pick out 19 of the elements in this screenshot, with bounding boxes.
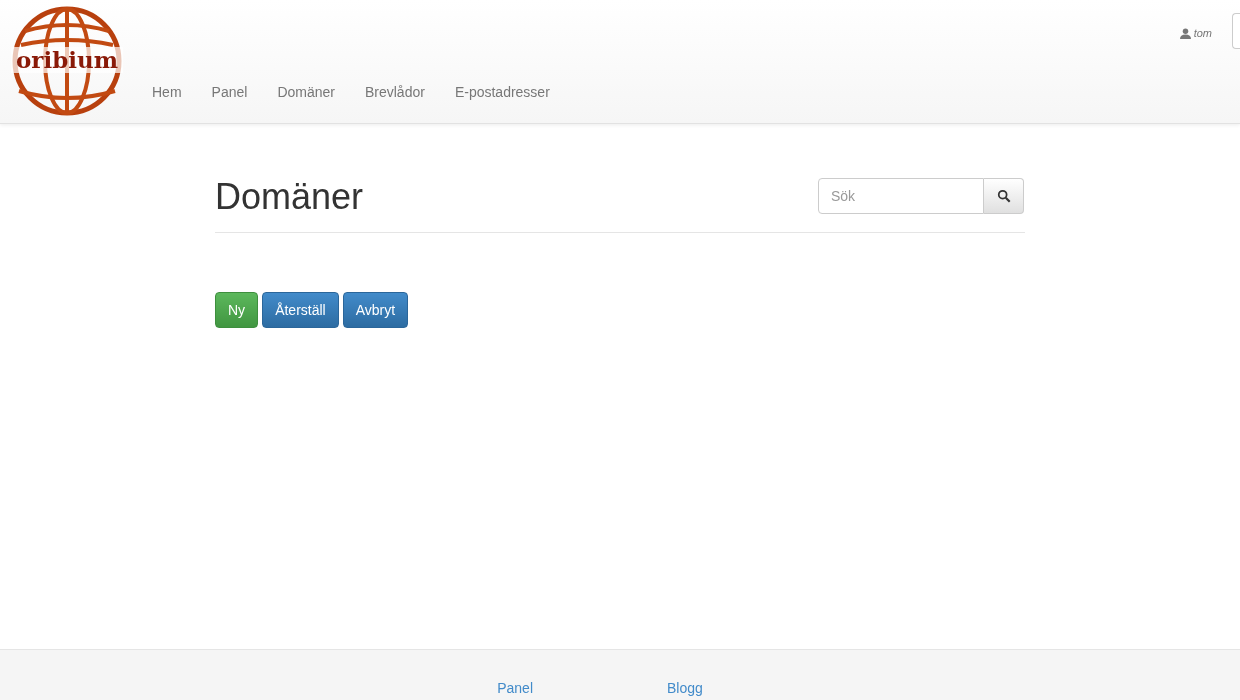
nav-link[interactable]: E-postadresser: [439, 82, 565, 103]
nav-link[interactable]: Domäner: [262, 82, 350, 103]
logo-text: oribium: [11, 47, 123, 73]
search-icon: [996, 188, 1011, 203]
logo[interactable]: oribium: [11, 5, 123, 117]
nav-link[interactable]: Hem: [137, 82, 197, 103]
action-button[interactable]: Återställ: [262, 292, 339, 328]
user-menu[interactable]: tom: [1179, 25, 1212, 42]
footer-link[interactable]: Blogg: [667, 680, 703, 700]
action-button[interactable]: Avbryt: [342, 292, 409, 328]
user-icon: [1179, 27, 1191, 39]
nav-link[interactable]: Brevlådor: [349, 82, 440, 103]
action-button[interactable]: Ny: [215, 292, 259, 328]
page-title: Domäner: [215, 177, 364, 217]
globe-icon: [11, 5, 123, 117]
footer-link[interactable]: Panel: [497, 680, 533, 700]
nav-link[interactable]: Panel: [196, 82, 263, 103]
search-button[interactable]: [984, 177, 1024, 214]
search-field[interactable]: Sök: [818, 177, 984, 214]
